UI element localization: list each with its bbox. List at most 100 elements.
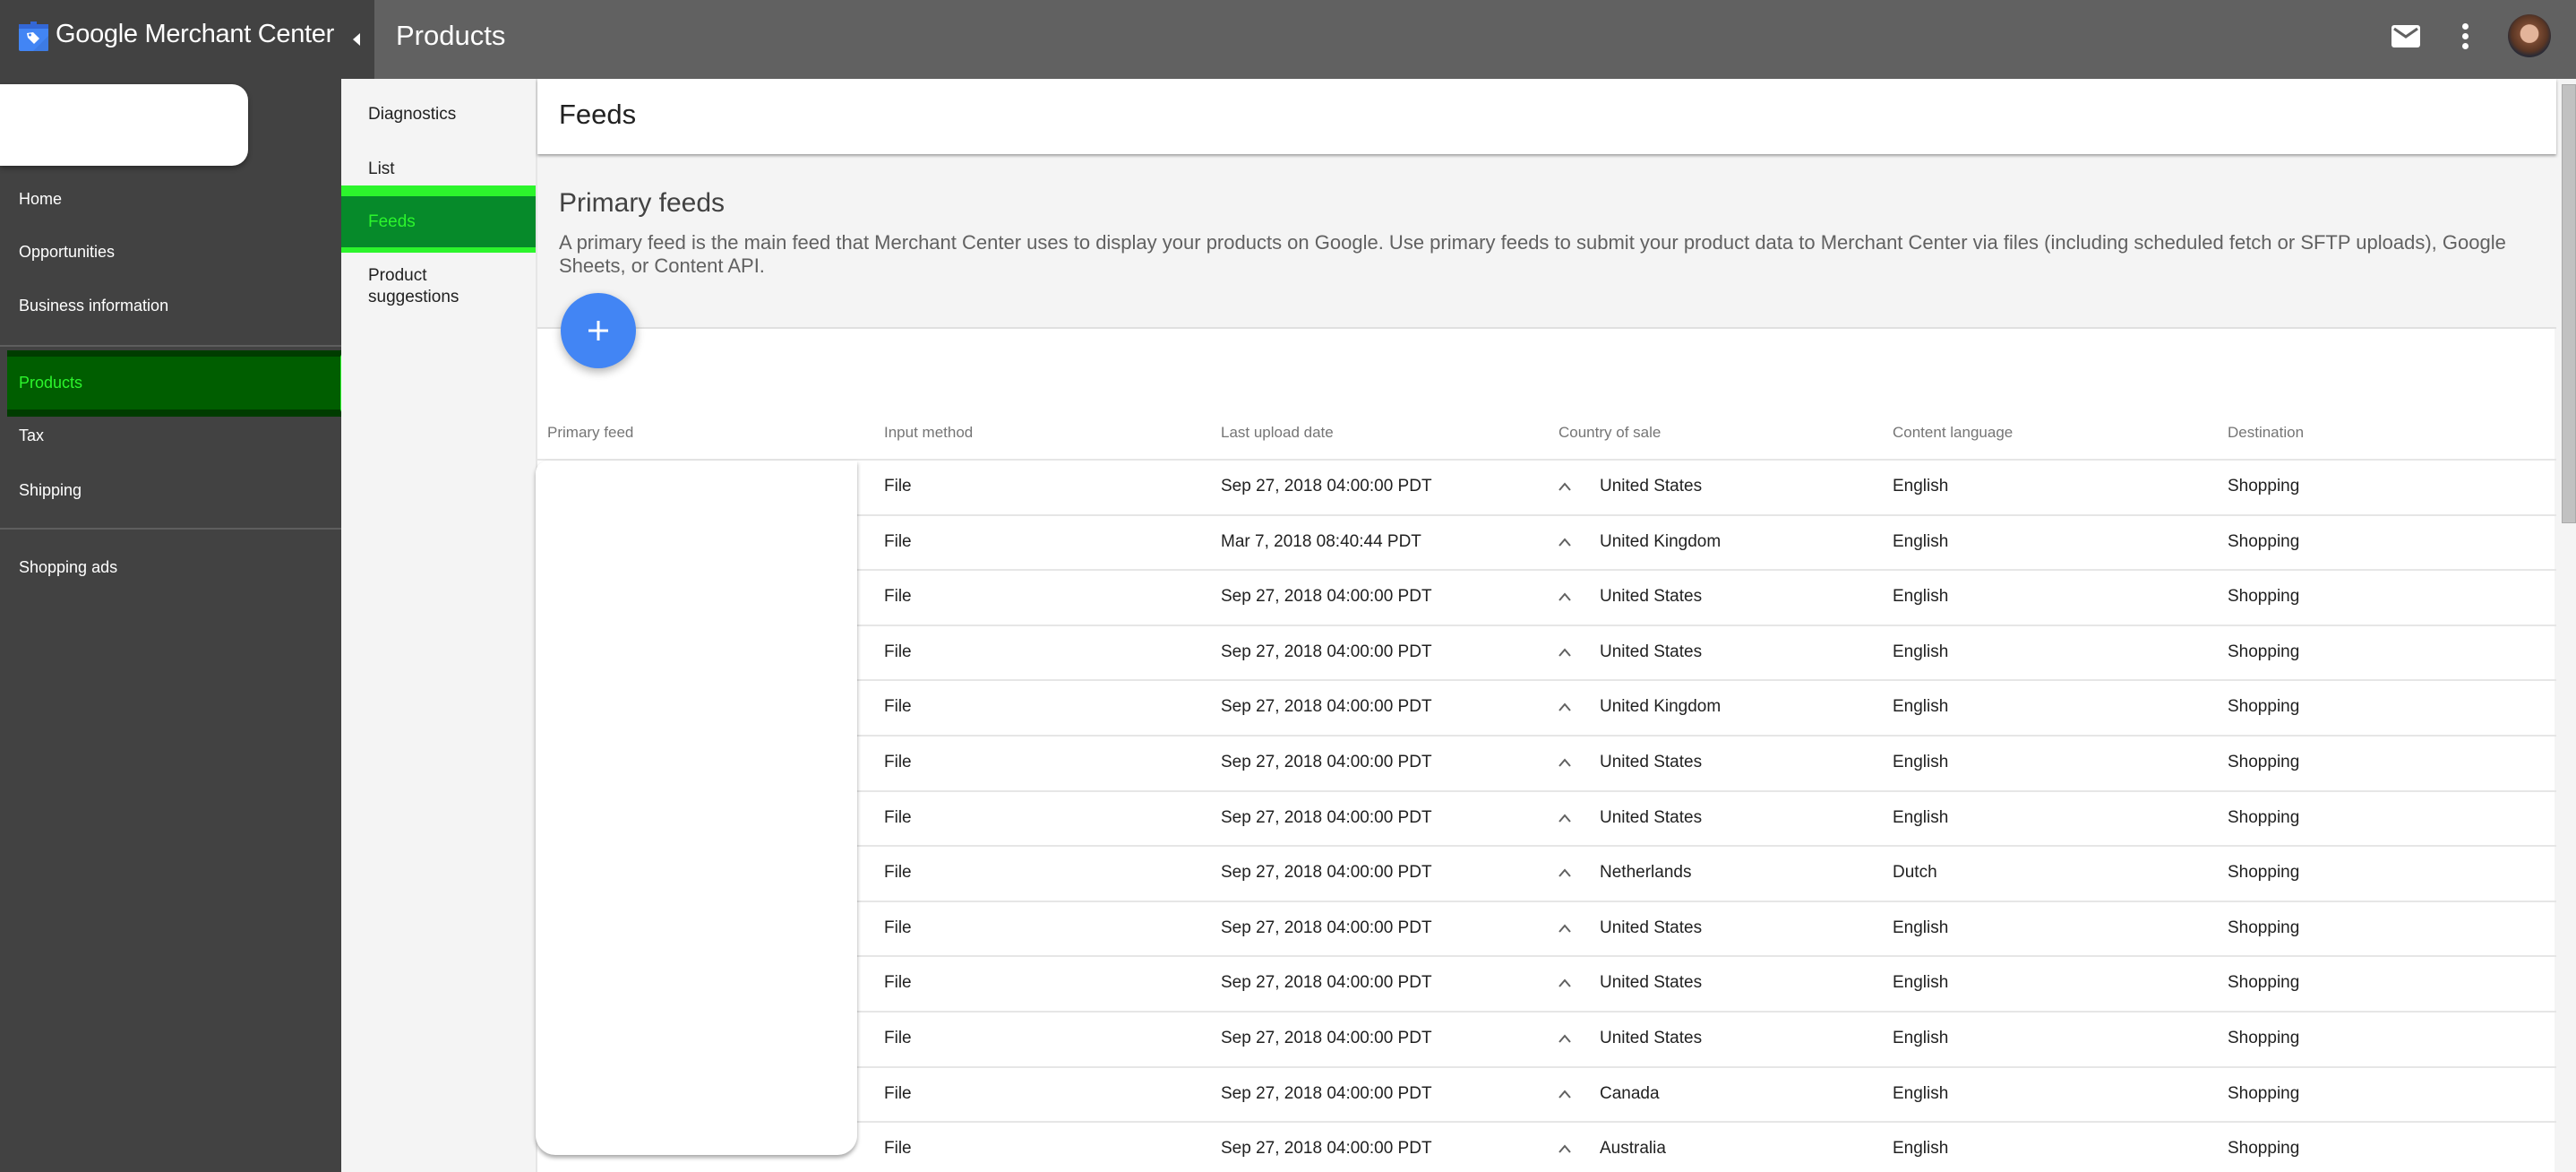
cell-content-language: English xyxy=(1893,477,1949,496)
add-primary-feed-button[interactable] xyxy=(561,293,636,368)
cell-destination: Shopping xyxy=(2228,1028,2300,1047)
more-vert-icon[interactable] xyxy=(2459,23,2471,50)
account-card[interactable] xyxy=(0,84,248,166)
cell-last-upload-date: Sep 27, 2018 04:00:00 PDT xyxy=(1221,477,1432,496)
cell-last-upload-date: Sep 27, 2018 04:00:00 PDT xyxy=(1221,973,1432,993)
subnav-item-product-suggestions[interactable]: Product suggestions xyxy=(341,265,520,308)
cell-input-method: File xyxy=(884,1028,912,1047)
main-content: Feeds Primary feeds A primary feed is th… xyxy=(536,79,2556,1172)
cell-country-of-sale: United States xyxy=(1600,973,1703,993)
sidebar-item-tax[interactable]: Tax xyxy=(0,409,341,462)
chevron-up-icon[interactable] xyxy=(1558,868,1571,877)
chevron-up-icon[interactable] xyxy=(1558,978,1571,987)
cell-content-language: English xyxy=(1893,531,1949,551)
sidebar-item-opportunities[interactable]: Opportunities xyxy=(0,225,341,279)
cell-destination: Shopping xyxy=(2228,752,2300,771)
merchant-center-logo-icon xyxy=(19,22,48,51)
cell-input-method: File xyxy=(884,1139,912,1159)
cell-last-upload-date: Sep 27, 2018 04:00:00 PDT xyxy=(1221,697,1432,717)
cell-country-of-sale: United States xyxy=(1600,807,1703,827)
cell-input-method: File xyxy=(884,863,912,883)
cell-country-of-sale: United States xyxy=(1600,918,1703,937)
cell-destination: Shopping xyxy=(2228,642,2300,661)
column-header-country-of-sale[interactable]: Country of sale xyxy=(1558,424,1661,442)
chevron-up-icon[interactable] xyxy=(1558,814,1571,823)
cell-last-upload-date: Sep 27, 2018 04:00:00 PDT xyxy=(1221,1028,1432,1047)
cell-content-language: English xyxy=(1893,918,1949,937)
primary-feeds-intro: Primary feeds A primary feed is the main… xyxy=(537,154,2556,329)
cell-country-of-sale: United Kingdom xyxy=(1600,531,1722,551)
sidebar-item-shopping-ads[interactable]: Shopping ads xyxy=(0,540,341,594)
cell-input-method: File xyxy=(884,531,912,551)
cell-destination: Shopping xyxy=(2228,807,2300,827)
cell-last-upload-date: Mar 7, 2018 08:40:44 PDT xyxy=(1221,531,1421,551)
page-title: Products xyxy=(396,20,506,51)
chevron-up-icon[interactable] xyxy=(1558,482,1571,491)
cell-input-method: File xyxy=(884,918,912,937)
scrollbar-thumb[interactable] xyxy=(2562,84,2576,523)
cell-destination: Shopping xyxy=(2228,918,2300,937)
cell-content-language: English xyxy=(1893,587,1949,607)
cell-country-of-sale: United States xyxy=(1600,1028,1703,1047)
cell-content-language: English xyxy=(1893,807,1949,827)
page-scrollbar[interactable] xyxy=(2556,79,2576,1172)
user-avatar[interactable] xyxy=(2508,14,2551,57)
cell-content-language: English xyxy=(1893,1083,1949,1103)
table-header: Primary feed Input method Last upload da… xyxy=(537,410,2556,461)
cell-country-of-sale: United States xyxy=(1600,587,1703,607)
sidebar-item-shipping[interactable]: Shipping xyxy=(0,463,341,517)
column-header-content-language[interactable]: Content language xyxy=(1893,424,2013,442)
primary-feeds-description: A primary feed is the main feed that Mer… xyxy=(559,231,2506,277)
cell-destination: Shopping xyxy=(2228,531,2300,551)
chevron-up-icon[interactable] xyxy=(1558,924,1571,933)
cell-last-upload-date: Sep 27, 2018 04:00:00 PDT xyxy=(1221,587,1432,607)
cell-last-upload-date: Sep 27, 2018 04:00:00 PDT xyxy=(1221,863,1432,883)
chevron-up-icon[interactable] xyxy=(1558,702,1571,712)
cell-country-of-sale: United States xyxy=(1600,477,1703,496)
chevron-up-icon[interactable] xyxy=(1558,538,1571,547)
sidebar-item-home[interactable]: Home xyxy=(0,172,341,226)
cell-destination: Shopping xyxy=(2228,863,2300,883)
column-header-primary-feed[interactable]: Primary feed xyxy=(547,424,633,442)
primary-feeds-title: Primary feeds xyxy=(559,188,726,218)
subnav-item-diagnostics[interactable]: Diagnostics xyxy=(341,104,536,125)
cell-content-language: English xyxy=(1893,697,1949,717)
products-subnav: Diagnostics List Feeds Product suggestio… xyxy=(341,79,536,1172)
cell-input-method: File xyxy=(884,477,912,496)
chevron-up-icon[interactable] xyxy=(1558,1089,1571,1099)
cell-last-upload-date: Sep 27, 2018 04:00:00 PDT xyxy=(1221,807,1432,827)
chevron-up-icon[interactable] xyxy=(1558,648,1571,657)
cell-input-method: File xyxy=(884,807,912,827)
cell-content-language: English xyxy=(1893,1028,1949,1047)
cell-country-of-sale: Australia xyxy=(1600,1139,1666,1159)
cell-last-upload-date: Sep 27, 2018 04:00:00 PDT xyxy=(1221,1139,1432,1159)
feeds-header: Feeds xyxy=(537,79,2556,154)
column-header-last-upload-date[interactable]: Last upload date xyxy=(1221,424,1334,442)
column-header-destination[interactable]: Destination xyxy=(2228,424,2304,442)
collapse-sidebar-button[interactable] xyxy=(349,27,369,52)
subnav-item-list[interactable]: List xyxy=(341,159,536,180)
cell-country-of-sale: Netherlands xyxy=(1600,863,1692,883)
cell-last-upload-date: Sep 27, 2018 04:00:00 PDT xyxy=(1221,918,1432,937)
sidebar-divider xyxy=(0,345,341,347)
cell-last-upload-date: Sep 27, 2018 04:00:00 PDT xyxy=(1221,1083,1432,1103)
cell-content-language: English xyxy=(1893,973,1949,993)
chevron-up-icon[interactable] xyxy=(1558,592,1571,601)
cell-input-method: File xyxy=(884,642,912,661)
cell-country-of-sale: United States xyxy=(1600,752,1703,771)
sidebar-item-products[interactable]: Products xyxy=(7,350,343,417)
chevron-up-icon[interactable] xyxy=(1558,758,1571,767)
cell-input-method: File xyxy=(884,752,912,771)
chevron-up-icon[interactable] xyxy=(1558,1144,1571,1153)
column-header-input-method[interactable]: Input method xyxy=(884,424,973,442)
left-sidebar: Home Opportunities Business information … xyxy=(0,79,343,1172)
cell-content-language: Dutch xyxy=(1893,863,1937,883)
mail-icon[interactable] xyxy=(2391,25,2420,47)
cell-content-language: English xyxy=(1893,752,1949,771)
chevron-up-icon[interactable] xyxy=(1558,1034,1571,1043)
cell-input-method: File xyxy=(884,1083,912,1103)
subnav-item-feeds[interactable]: Feeds xyxy=(341,185,536,253)
top-app-bar: Google Merchant Center Products xyxy=(0,0,2576,79)
cell-destination: Shopping xyxy=(2228,1083,2300,1103)
sidebar-item-business-information[interactable]: Business information xyxy=(0,279,341,332)
